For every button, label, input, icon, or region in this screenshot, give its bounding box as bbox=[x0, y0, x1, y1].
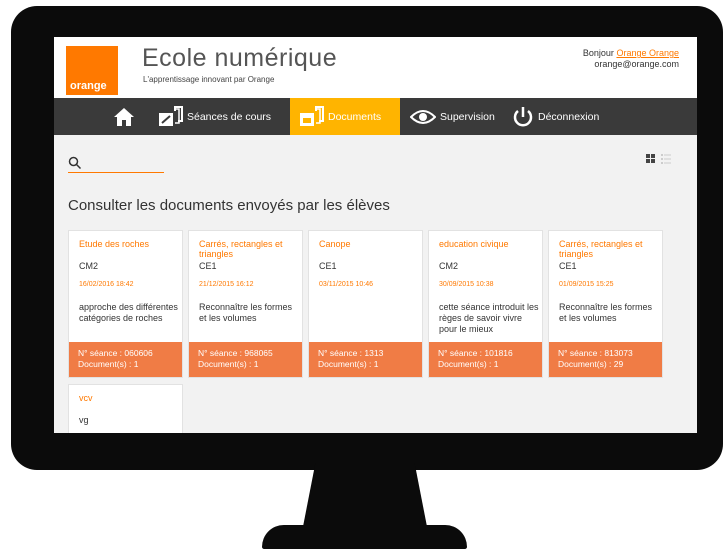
user-name-link[interactable]: Orange Orange bbox=[616, 48, 679, 58]
monitor-base bbox=[262, 525, 467, 549]
nav-seances-label: Séances de cours bbox=[187, 110, 272, 123]
nav-supervision-label: Supervision bbox=[440, 110, 495, 123]
screen: orange Ecole numérique L'apprentissage i… bbox=[54, 37, 697, 433]
home-icon bbox=[114, 107, 134, 126]
card-footer: N° séance : 968065 Document(s) : 1 bbox=[189, 342, 302, 377]
user-email: orange@orange.com bbox=[594, 59, 679, 69]
card-footer: N° séance : 1313 Document(s) : 1 bbox=[309, 342, 422, 377]
card-level: CE1 bbox=[319, 261, 337, 271]
document-card[interactable]: Canope CE1 03/11/2015 10:46 N° séance : … bbox=[308, 230, 423, 378]
card-footer: N° séance : 101816 Document(s) : 1 bbox=[429, 342, 542, 377]
card-level: vg bbox=[79, 415, 89, 425]
nav-seances[interactable]: Séances de cours bbox=[157, 98, 287, 135]
documents-icon bbox=[300, 105, 324, 126]
section-title: Consulter les documents envoyés par les … bbox=[68, 197, 390, 214]
card-title[interactable]: Carrés, rectangles et triangles bbox=[559, 239, 659, 259]
eye-icon bbox=[410, 109, 436, 124]
card-footer: N° séance : 813073 Document(s) : 29 bbox=[549, 342, 662, 377]
card-seance-number: N° séance : 813073 bbox=[558, 348, 633, 358]
document-card[interactable]: education civique CM2 30/09/2015 10:38 c… bbox=[428, 230, 543, 378]
grid-view-icon[interactable] bbox=[646, 154, 655, 163]
seances-icon bbox=[159, 105, 183, 126]
main-nav: Séances de cours Documents Supervision D… bbox=[54, 98, 697, 135]
nav-home[interactable] bbox=[102, 98, 146, 135]
card-date: 21/12/2015 16:12 bbox=[199, 281, 254, 288]
nav-supervision[interactable]: Supervision bbox=[410, 98, 510, 135]
nav-documents-label: Documents bbox=[328, 110, 382, 123]
card-seance-number: N° séance : 1313 bbox=[318, 348, 384, 358]
card-document-count: Document(s) : 1 bbox=[78, 359, 139, 369]
nav-documents[interactable]: Documents bbox=[290, 98, 400, 135]
card-title[interactable]: Carrés, rectangles et triangles bbox=[199, 239, 299, 259]
card-description: Reconnaître les formes et les volumes bbox=[559, 302, 653, 323]
card-level: CE1 bbox=[199, 261, 217, 271]
card-title[interactable]: Canope bbox=[319, 239, 419, 249]
card-level: CM2 bbox=[439, 261, 459, 271]
logo-text: orange bbox=[70, 80, 107, 92]
nav-deconnexion-label: Déconnexion bbox=[538, 110, 600, 123]
card-date: 03/11/2015 10:46 bbox=[319, 281, 373, 288]
document-card[interactable]: Carrés, rectangles et triangles CE1 01/0… bbox=[548, 230, 663, 378]
document-card[interactable]: vcv vg bbox=[68, 384, 183, 433]
card-document-count: Document(s) : 1 bbox=[198, 359, 259, 369]
app-header: orange Ecole numérique L'apprentissage i… bbox=[54, 37, 697, 98]
orange-logo[interactable]: orange bbox=[66, 46, 118, 95]
card-date: 16/02/2016 18:42 bbox=[79, 281, 134, 288]
card-description: Reconnaître les formes et les volumes bbox=[199, 302, 293, 323]
greeting-label: Bonjour bbox=[582, 48, 614, 58]
app-subtitle: L'apprentissage innovant par Orange bbox=[143, 75, 275, 84]
document-card[interactable]: Etude des roches CM2 16/02/2016 18:42 ap… bbox=[68, 230, 183, 378]
search-input[interactable] bbox=[86, 155, 162, 171]
card-document-count: Document(s) : 1 bbox=[318, 359, 379, 369]
card-description: approche des différentes catégories de r… bbox=[79, 302, 178, 323]
document-card[interactable]: Carrés, rectangles et triangles CE1 21/1… bbox=[188, 230, 303, 378]
card-seance-number: N° séance : 060606 bbox=[78, 348, 153, 358]
card-footer: N° séance : 060606 Document(s) : 1 bbox=[69, 342, 182, 377]
app-title: Ecole numérique bbox=[142, 44, 338, 72]
view-toggle[interactable] bbox=[646, 152, 676, 166]
card-level: CM2 bbox=[79, 261, 99, 271]
list-view-icon[interactable] bbox=[661, 154, 671, 164]
card-title[interactable]: vcv bbox=[79, 393, 179, 403]
card-date: 01/09/2015 15:25 bbox=[559, 281, 614, 288]
card-document-count: Document(s) : 1 bbox=[438, 359, 499, 369]
card-level: CE1 bbox=[559, 261, 577, 271]
card-seance-number: N° séance : 101816 bbox=[438, 348, 513, 358]
nav-deconnexion[interactable]: Déconnexion bbox=[512, 98, 632, 135]
card-description: cette séance introduit les règes de savo… bbox=[439, 302, 539, 334]
search-box bbox=[68, 155, 164, 173]
monitor-bezel: orange Ecole numérique L'apprentissage i… bbox=[11, 6, 723, 470]
power-icon bbox=[513, 106, 533, 126]
card-title[interactable]: education civique bbox=[439, 239, 539, 249]
search-icon[interactable] bbox=[68, 156, 82, 170]
card-seance-number: N° séance : 968065 bbox=[198, 348, 273, 358]
card-title[interactable]: Etude des roches bbox=[79, 239, 179, 249]
card-document-count: Document(s) : 29 bbox=[558, 359, 624, 369]
card-date: 30/09/2015 10:38 bbox=[439, 281, 494, 288]
user-greeting: Bonjour Orange Orange orange@orange.com bbox=[583, 48, 679, 70]
